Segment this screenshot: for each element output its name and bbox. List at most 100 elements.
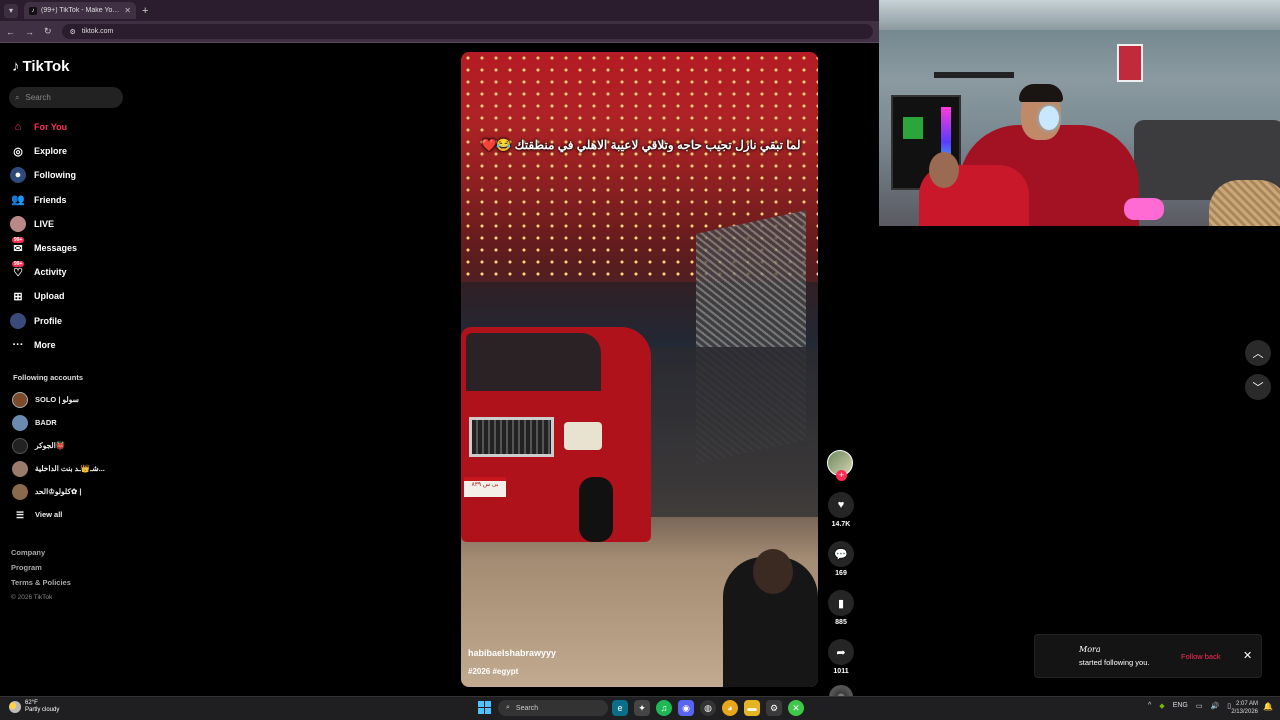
chevron-down-icon: ﹀ — [1252, 382, 1264, 394]
previous-video-button[interactable]: ︿ — [1245, 340, 1271, 366]
creator-avatar[interactable]: + — [827, 450, 853, 481]
weather-text: 62°F Partly cloudy — [25, 700, 59, 714]
video-hashtags[interactable]: #2026 #egypt — [468, 667, 518, 676]
share-action[interactable]: ➦ 1011 — [826, 639, 856, 675]
webcam-shoe — [1124, 198, 1164, 220]
notification-message: started following you. — [1079, 658, 1150, 667]
following-icon: ● — [10, 167, 26, 184]
browser-tab[interactable]: ♪ (99+) TikTok - Make Your Day ✕ — [24, 2, 136, 19]
footer-terms-link[interactable]: Terms & Policies — [11, 575, 71, 590]
compass-icon: ◎ — [13, 145, 23, 158]
temperature: 62°F — [25, 700, 38, 706]
notification-bell-icon[interactable]: 🔔 — [1263, 702, 1273, 711]
footer-program-link[interactable]: Program — [11, 560, 71, 575]
forward-icon[interactable]: → — [25, 27, 34, 37]
account-name: كلولو♔الحد✿ | — [35, 487, 82, 496]
screen: ▾ ♪ (99+) TikTok - Make Your Day ✕ + ← →… — [0, 0, 1280, 720]
comment-action[interactable]: 💬 169 — [826, 541, 856, 577]
view-all-link[interactable]: ☰ View all — [12, 503, 137, 526]
close-icon[interactable]: ✕ — [1243, 649, 1252, 662]
obs-icon[interactable]: ◍ — [700, 700, 716, 716]
copyright: © 2026 TikTok — [11, 594, 53, 601]
copilot-icon[interactable]: ✦ — [634, 700, 650, 716]
weather-widget[interactable]: 62°F Partly cloudy — [9, 700, 59, 714]
nav-profile[interactable]: Profile — [10, 309, 135, 333]
discord-icon[interactable]: ◉ — [678, 700, 694, 716]
spotify-icon[interactable]: ♫ — [656, 700, 672, 716]
windows-start-icon[interactable] — [478, 701, 491, 714]
edge-icon[interactable]: e — [612, 700, 628, 716]
following-account[interactable]: الجوكر👹 — [12, 434, 137, 457]
taskbar-search[interactable]: ⌕ Search — [498, 700, 608, 716]
comment-icon[interactable]: 💬 — [828, 541, 854, 567]
live-icon — [10, 215, 26, 232]
truck-plate: بى س ٨٣٩ — [464, 477, 506, 497]
search-icon: ⌕ — [15, 92, 20, 102]
tab-bar: ▾ ♪ (99+) TikTok - Make Your Day ✕ + — [0, 0, 879, 21]
nav-for-you[interactable]: ⌂ For You — [10, 115, 135, 139]
reload-icon[interactable]: ↻ — [44, 26, 52, 37]
following-account[interactable]: شـ👑ـد بنت الداخلية... — [12, 457, 137, 480]
truck-grill — [469, 417, 554, 457]
pc-screen — [903, 117, 923, 139]
share-icon[interactable]: ➦ — [828, 639, 854, 665]
site-info-icon[interactable]: ⚙ — [70, 28, 76, 36]
back-icon[interactable]: ← — [6, 27, 15, 37]
language-indicator[interactable]: ENG — [1173, 702, 1188, 710]
nav-live[interactable]: LIVE — [10, 212, 135, 236]
address-bar-row: ← → ↻ ⚙ tiktok.com — [0, 21, 879, 43]
nav-explore[interactable]: ◎ Explore — [10, 139, 135, 163]
date: 2/13/2026 — [1231, 709, 1258, 715]
notification-name: Mora — [1079, 645, 1101, 654]
following-accounts-title: Following accounts — [13, 373, 84, 382]
follow-plus-icon[interactable]: + — [836, 470, 847, 481]
network-icon[interactable]: ▭ — [1196, 702, 1203, 710]
follow-back-button[interactable]: Follow back — [1181, 652, 1221, 661]
volume-icon[interactable]: 🔊 — [1210, 702, 1219, 710]
account-name: شـ👑ـد بنت الداخلية... — [35, 464, 105, 473]
action-bar: + ♥ 14.7K 💬 169 ▮ 885 ➦ 1011 — [826, 450, 856, 709]
chevron-up-icon: ︿ — [1252, 348, 1264, 360]
next-video-button[interactable]: ﹀ — [1245, 374, 1271, 400]
steam-icon[interactable]: ⚙ — [766, 700, 782, 716]
upload-icon: ⊞ — [13, 290, 23, 303]
avatar — [12, 391, 28, 408]
nav-messages[interactable]: ✉ 99+ Messages — [10, 236, 135, 260]
avatar — [12, 437, 28, 454]
bookmark-icon[interactable]: ▮ — [828, 590, 854, 616]
file-explorer-icon[interactable]: ▬ — [744, 700, 760, 716]
search-input[interactable]: ⌕ Search — [9, 87, 123, 108]
tiktok-logo[interactable]: ♪ TikTok — [12, 58, 69, 75]
nav-label: Profile — [34, 315, 63, 326]
xbox-icon[interactable]: ✕ — [788, 700, 804, 716]
nav-label: Messages — [34, 243, 78, 254]
nvidia-icon[interactable]: ◆ — [1159, 702, 1164, 710]
close-tab-icon[interactable]: ✕ — [124, 6, 131, 15]
webcam-chair — [1209, 180, 1280, 226]
tab-search-icon[interactable]: ▾ — [4, 3, 18, 18]
following-account[interactable]: SOLO | سولو — [12, 388, 137, 411]
webcam-streamer-hair — [1019, 84, 1063, 102]
person-head — [753, 549, 793, 594]
save-action[interactable]: ▮ 885 — [826, 590, 856, 626]
following-account[interactable]: BADR — [12, 411, 137, 434]
video-author[interactable]: habibaelshabrawyyy — [468, 648, 556, 658]
video-player[interactable]: بى س ٨٣٩ لما تبقي نازل تجيب حاجه وتلاقي … — [461, 52, 818, 687]
nav-friends[interactable]: 👥 Friends — [10, 188, 135, 212]
sidebar: ♪ TikTok ⌕ Search ⌂ For You ◎ Explore ● … — [0, 45, 140, 695]
chrome-icon[interactable]: ◕ — [722, 700, 738, 716]
nav-activity[interactable]: ♡ 99+ Activity — [10, 260, 135, 284]
heart-icon[interactable]: ♥ — [828, 492, 854, 518]
nav-upload[interactable]: ⊞ Upload — [10, 284, 135, 308]
new-tab-icon[interactable]: + — [142, 5, 148, 17]
clock[interactable]: 2:07 AM 2/13/2026 — [1228, 700, 1258, 716]
nav-following[interactable]: ● Following — [10, 163, 135, 187]
address-bar[interactable]: ⚙ tiktok.com — [61, 24, 873, 39]
footer-company-link[interactable]: Company — [11, 545, 71, 560]
footer-links: Company Program Terms & Policies © 2026 … — [11, 545, 71, 605]
chevron-up-icon[interactable]: ^ — [1148, 702, 1151, 710]
following-account[interactable]: كلولو♔الحد✿ | — [12, 480, 137, 503]
video-truck: بى س ٨٣٩ — [461, 327, 651, 542]
like-action[interactable]: ♥ 14.7K — [826, 492, 856, 528]
nav-more[interactable]: ··· More — [10, 333, 135, 357]
